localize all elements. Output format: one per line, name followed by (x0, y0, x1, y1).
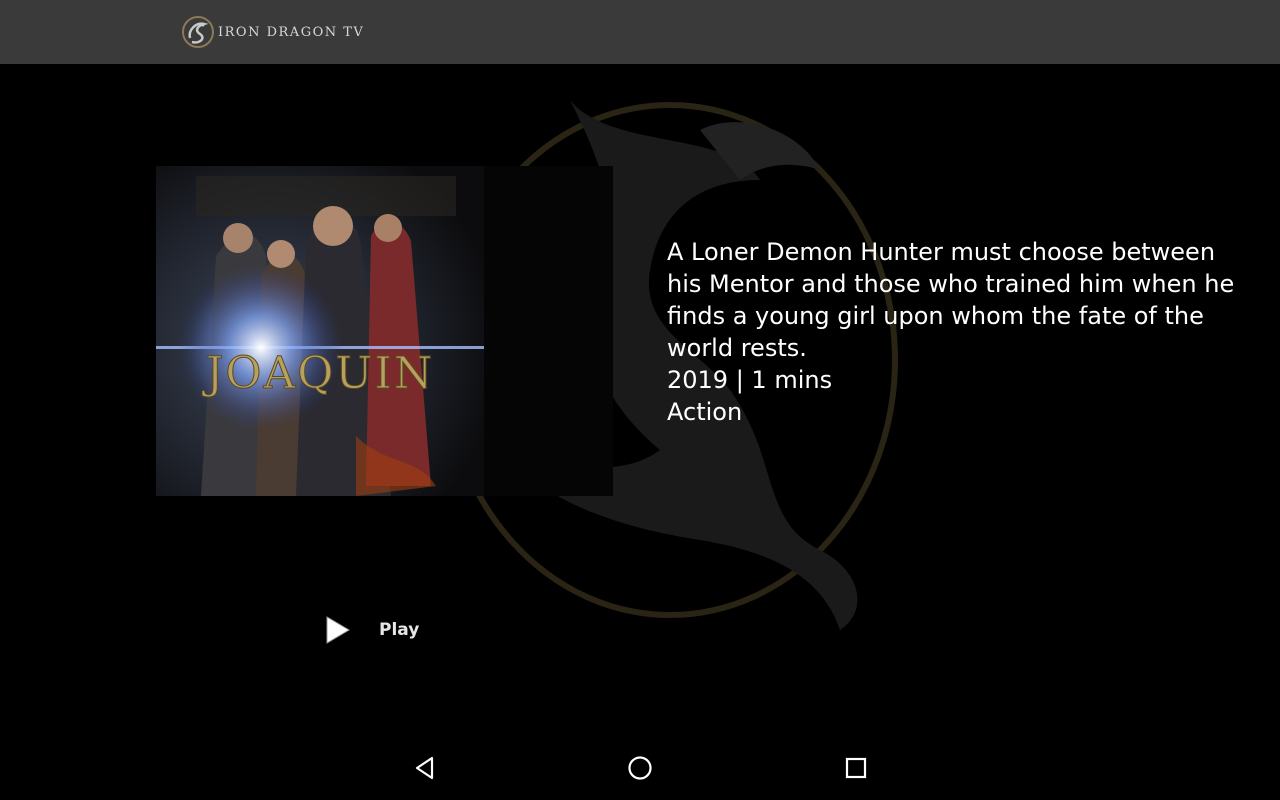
poster-panel: JOAQUIN (156, 166, 613, 496)
play-button[interactable]: Play (320, 610, 419, 650)
system-nav-bar (0, 736, 1280, 800)
recents-button[interactable] (838, 750, 874, 786)
play-label: Play (379, 620, 420, 640)
app-title: IRON DRAGON TV (218, 24, 365, 40)
movie-description: A Loner Demon Hunter must choose between… (667, 238, 1235, 362)
back-triangle-icon (415, 756, 434, 780)
app-logo[interactable]: IRON DRAGON TV (180, 14, 364, 50)
movie-meta: 2019 | 1 mins Action (667, 364, 832, 428)
play-icon (326, 616, 350, 644)
app-bar: IRON DRAGON TV (0, 0, 1280, 64)
recents-square-icon (845, 757, 867, 779)
home-circle-icon (628, 756, 652, 780)
year-runtime: 2019 | 1 mins (667, 366, 833, 394)
home-button[interactable] (622, 750, 658, 786)
back-button[interactable] (407, 750, 443, 786)
poster-title: JOAQUIN (202, 348, 435, 399)
genre: Action (667, 398, 743, 426)
movie-poster[interactable]: JOAQUIN (156, 166, 484, 496)
dragon-logo-icon (182, 16, 214, 48)
